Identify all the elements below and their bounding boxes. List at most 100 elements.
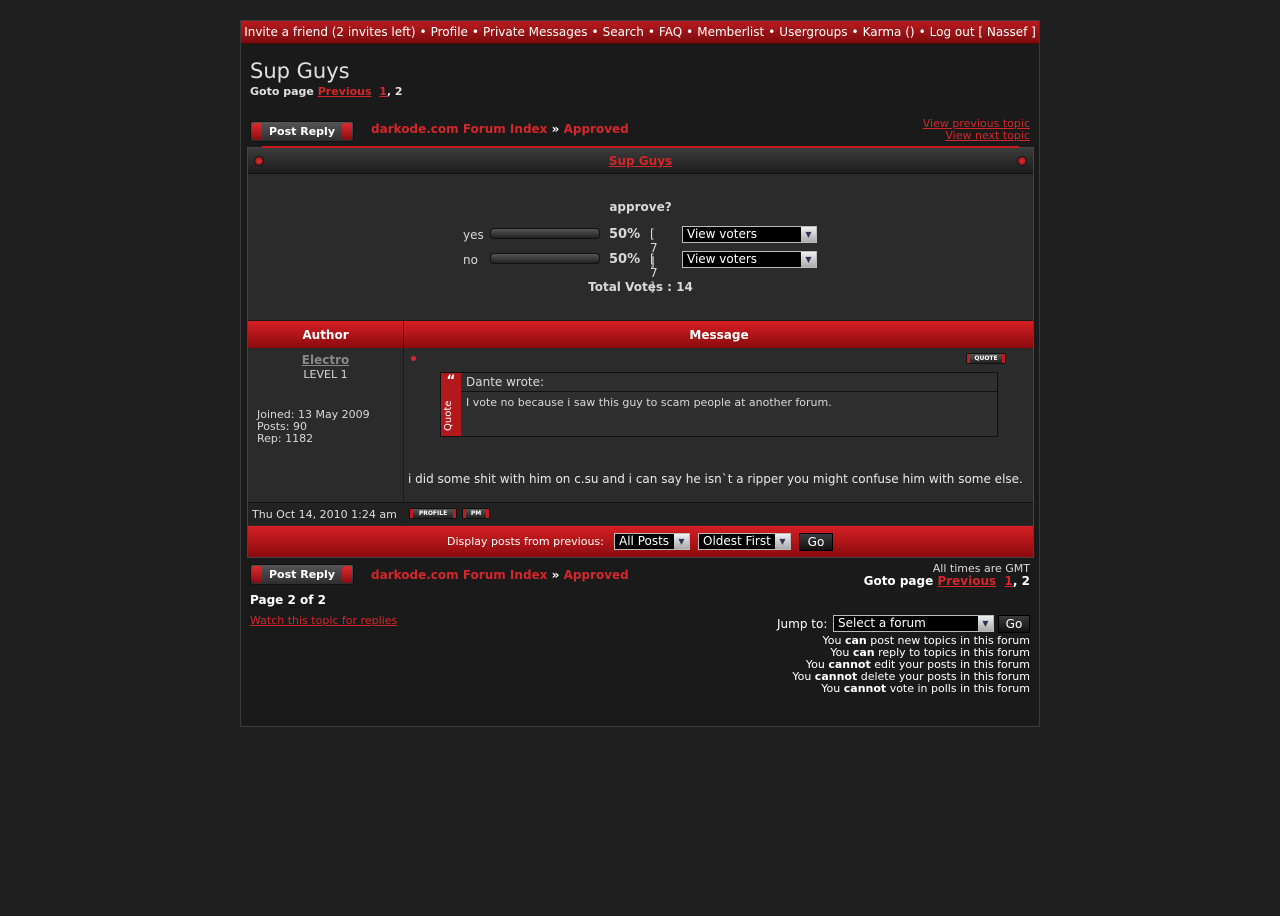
previous-page-link[interactable]: Previous [937,574,996,588]
current-page: 2 [394,85,403,98]
poll-total-votes: Total Votes : 14 [588,280,693,294]
poll-section: approve? yes 50% [ 7 ] View voters ▼ no 5… [248,174,1033,320]
posts-table-header: Author Message [248,320,1033,348]
post-date: Thu Oct 14, 2010 1:24 am [252,508,397,521]
poll-option-percent: 50% [609,227,641,242]
poll-option-percent: 50% [609,252,641,267]
nav-logout-link[interactable]: Log out [ Nassef ] [930,25,1036,39]
jump-to-label: Jump to: [777,617,828,631]
post-message-cell: QUOTE “ Quote Dante wrote: I vote no bec… [404,348,1034,502]
jump-forum-select[interactable]: Select a forum ▼ [833,615,994,632]
poll-result-bar [490,253,600,264]
goto-label: Goto page [250,85,314,98]
page-container: Invite a friend (2 invites left) • Profile… [240,20,1040,727]
nav-separator: • [686,25,694,39]
nav-karma-link[interactable]: Karma () [863,25,915,39]
dropdown-arrow-icon: ▼ [978,616,993,631]
breadcrumb-separator: » [551,122,560,136]
goto-page-bottom: Goto page Previous 1, 2 [864,574,1030,588]
author-username-link[interactable]: Electro [248,353,403,367]
nav-search-link[interactable]: Search [603,25,644,39]
post-reply-button-bottom[interactable]: Post Reply [250,564,354,585]
page-of-indicator: Page 2 of 2 [250,593,326,607]
watch-topic-link[interactable]: Watch this topic for replies [250,614,397,627]
forum-index-link[interactable]: darkode.com Forum Index [371,122,547,136]
dropdown-arrow-icon: ▼ [674,534,689,549]
poll-result-bar [490,228,600,239]
previous-page-link[interactable]: Previous [318,85,372,98]
select-value: View voters [687,252,758,266]
author-level: LEVEL 1 [303,368,348,381]
breadcrumb-top: darkode.com Forum Index » Approved [371,122,629,136]
jump-go-button[interactable]: Go [998,615,1030,633]
nav-separator: • [591,25,599,39]
display-go-button[interactable]: Go [799,533,833,551]
header-dot-icon [254,156,264,166]
posts-order-select[interactable]: Oldest First ▼ [698,533,791,550]
nav-separator: • [419,25,427,39]
quote-mark-icon: “ [446,373,456,389]
nav-separator: • [471,25,479,39]
dropdown-arrow-icon: ▼ [801,252,816,267]
forum-permissions: You can post new topics in this forum Yo… [792,635,1030,695]
forum-approved-link[interactable]: Approved [564,568,629,582]
forum-index-link[interactable]: darkode.com Forum Index [371,568,547,582]
nav-private-messages-link[interactable]: Private Messages [483,25,588,39]
quote-text: I vote no because i saw this guy to scam… [466,396,832,409]
posts-filter-select[interactable]: All Posts ▼ [614,533,690,550]
message-column-header: Message [689,328,749,342]
nav-invite-link[interactable]: Invite a friend (2 invites left) [244,25,415,39]
topic-navigation: View previous topic View next topic [923,118,1030,142]
jump-to-forum: Jump to: [777,617,827,631]
breadcrumb-separator: » [551,568,560,582]
select-value: All Posts [619,534,670,548]
select-value: Select a forum [838,616,926,630]
nav-separator: • [768,25,776,39]
nav-usergroups-link[interactable]: Usergroups [779,25,847,39]
post-footer: Thu Oct 14, 2010 1:24 am PROFILE PM [248,502,1033,525]
quote-side-label: Quote [443,400,454,431]
author-details: Joined: 13 May 2009 Posts: 90 Rep: 1182 [257,409,370,445]
nav-separator: • [918,25,926,39]
display-posts-bar: Display posts from previous: All Posts ▼ … [248,526,1033,557]
quote-button[interactable]: QUOTE [966,353,1006,364]
nav-profile-link[interactable]: Profile [431,25,468,39]
author-rep: Rep: 1182 [257,432,314,445]
nav-faq-link[interactable]: FAQ [659,25,682,39]
poll-option-label: yes [463,228,484,242]
post-body-text: i did some shit with him on c.su and i c… [408,472,1023,486]
post-bullet-icon [411,356,416,361]
post-author-cell: Electro LEVEL 1 Joined: 13 May 2009 Post… [248,348,403,502]
select-value: Oldest First [703,534,771,548]
view-voters-select[interactable]: View voters ▼ [682,226,817,243]
goto-label: Goto page [863,574,934,588]
post-reply-button-top[interactable]: Post Reply [250,121,354,142]
forum-approved-link[interactable]: Approved [564,122,629,136]
current-page: 2 [1021,574,1030,588]
pm-button[interactable]: PM [462,508,490,519]
header-dot-icon [1017,156,1027,166]
page-1-link[interactable]: 1 [1005,574,1013,588]
quote-block: “ Quote Dante wrote: I vote no because i… [440,372,998,437]
goto-page-top: Goto page Previous 1, 2 [250,85,403,98]
topic-panel: Sup Guys approve? yes 50% [ 7 ] View vot… [247,146,1034,558]
author-column-header: Author [302,328,349,342]
dropdown-arrow-icon: ▼ [775,534,790,549]
view-voters-select[interactable]: View voters ▼ [682,251,817,268]
topic-title: Sup Guys [250,59,350,83]
display-posts-label: Display posts from previous: [447,535,604,548]
poll-option-label: no [463,253,478,267]
nav-separator: • [851,25,859,39]
page-separator: , [1012,574,1018,588]
nav-separator: • [647,25,655,39]
select-value: View voters [687,227,758,241]
poll-header: Sup Guys [248,148,1033,174]
top-navigation-bar: Invite a friend (2 invites left) • Profile… [241,21,1039,44]
nav-memberlist-link[interactable]: Memberlist [697,25,764,39]
poll-topic-link[interactable]: Sup Guys [609,154,672,168]
page-separator: , [386,85,392,98]
view-next-topic-link[interactable]: View next topic [945,129,1030,142]
page-1-link[interactable]: 1 [379,85,387,98]
profile-button[interactable]: PROFILE [409,508,457,519]
quote-sidebar: “ Quote [441,373,461,436]
